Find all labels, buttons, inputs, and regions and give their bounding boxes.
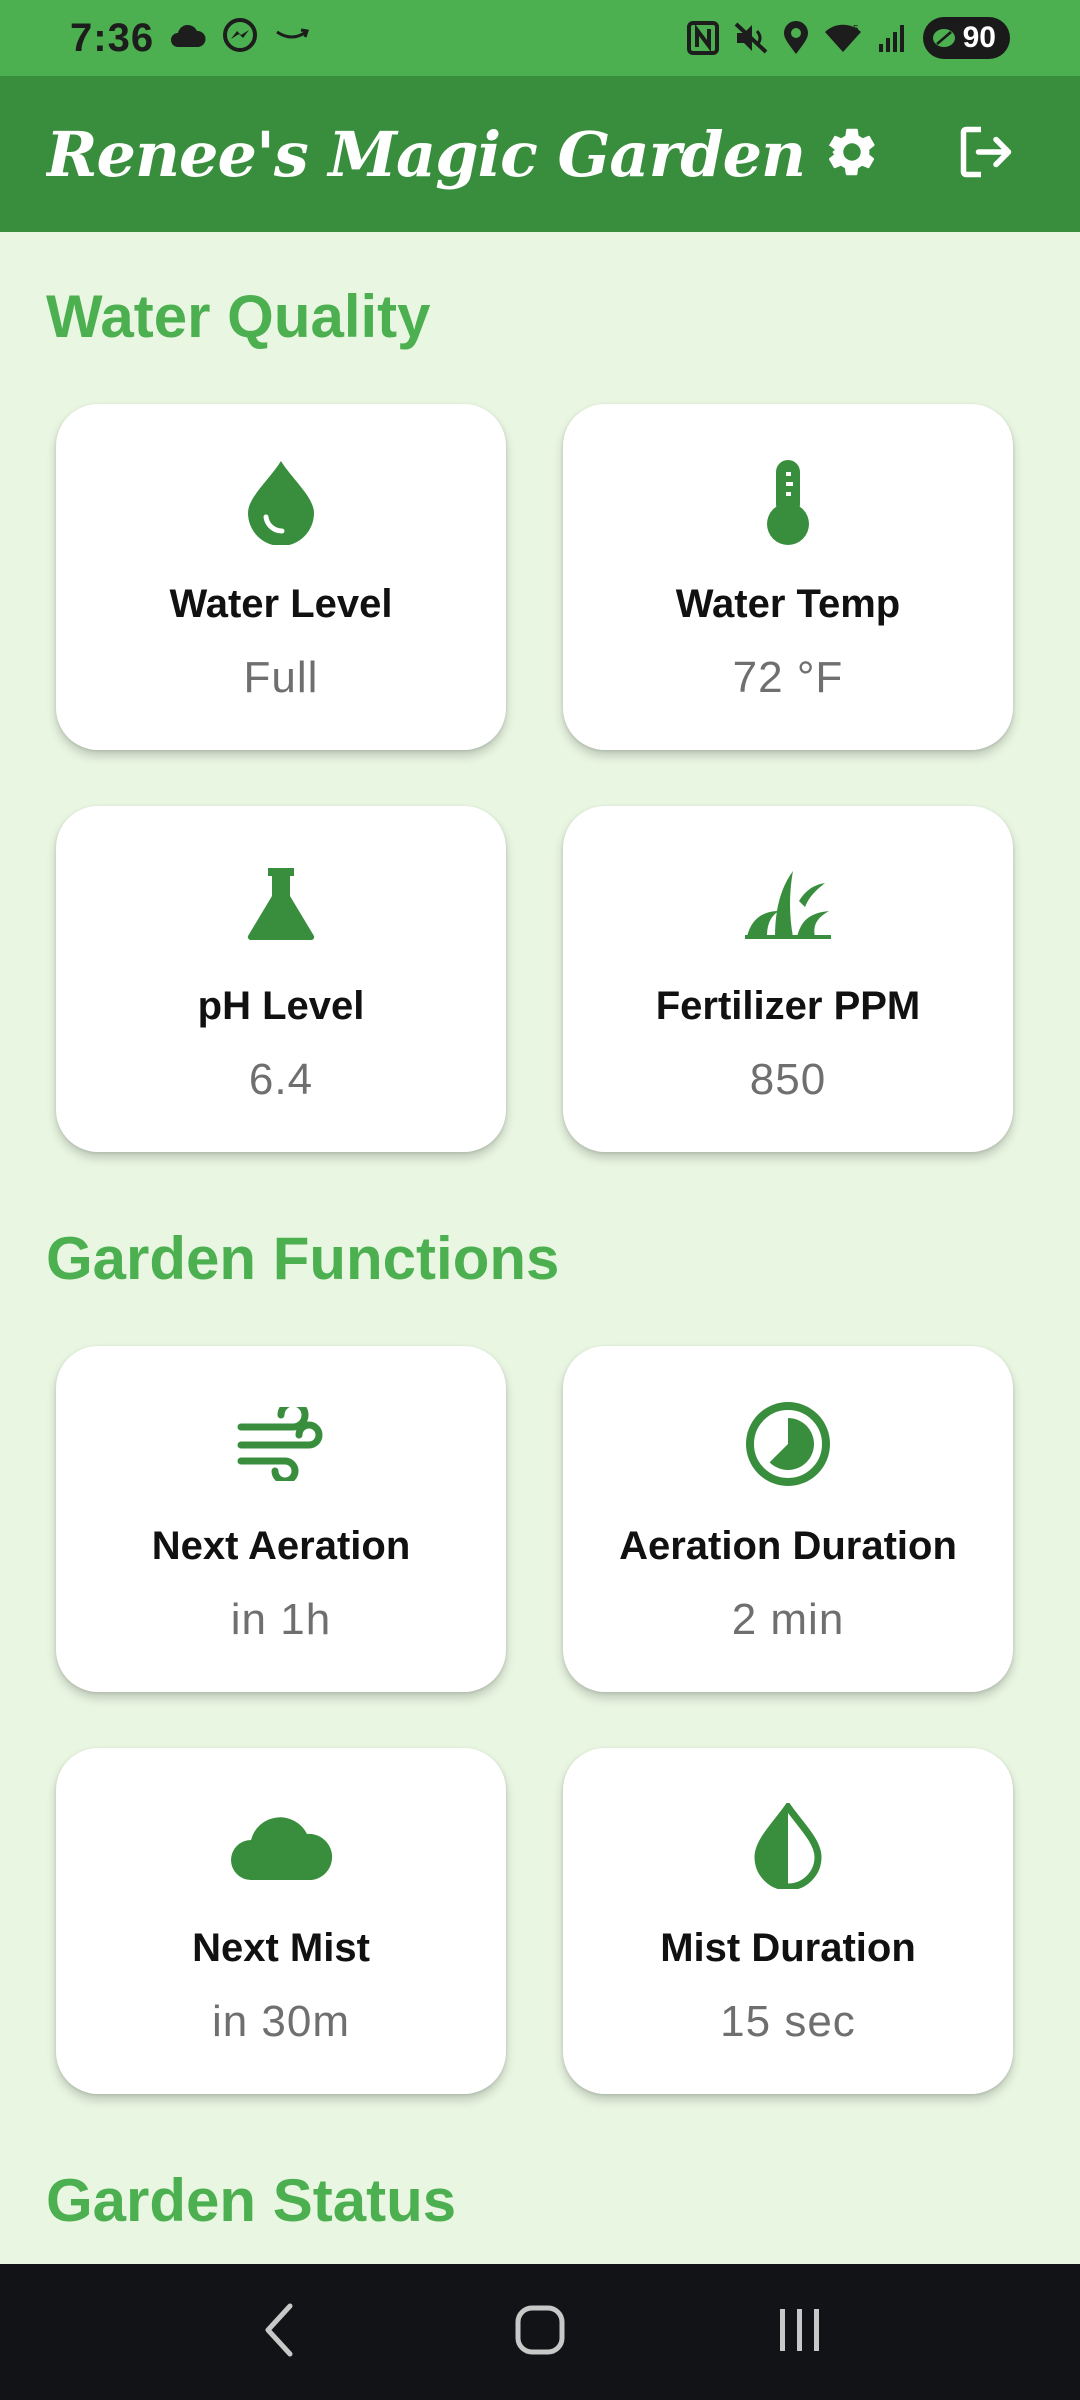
status-time: 7:36 [70, 15, 155, 60]
back-icon [260, 2302, 300, 2363]
card-mist-duration[interactable]: Mist Duration 15 sec [563, 1748, 1013, 2094]
card-label: pH Level [197, 984, 365, 1028]
card-next-mist[interactable]: Next Mist in 30m [56, 1748, 506, 2094]
svg-text:5: 5 [853, 24, 859, 35]
card-label: Aeration Duration [619, 1524, 957, 1568]
home-button[interactable] [490, 2282, 590, 2382]
card-aeration-duration[interactable]: Aeration Duration 2 min [563, 1346, 1013, 1692]
mute-icon [733, 21, 769, 55]
recents-icon [776, 2307, 824, 2358]
home-icon [514, 2304, 566, 2361]
thermometer-icon [765, 456, 811, 548]
app-bar: Renee's Magic Garden [0, 76, 1080, 232]
card-fertilizer-ppm[interactable]: Fertilizer PPM 850 [563, 806, 1013, 1152]
section-title-garden-functions: Garden Functions [46, 1225, 560, 1292]
card-label: Next Aeration [151, 1524, 411, 1568]
card-label: Fertilizer PPM [655, 984, 921, 1028]
logout-icon [956, 122, 1016, 187]
wifi-icon: 5 [823, 22, 863, 54]
signal-icon [877, 22, 909, 54]
battery-icon: 90 [922, 17, 1010, 59]
grass-icon [745, 858, 831, 950]
recents-button[interactable] [750, 2282, 850, 2382]
settings-button[interactable] [804, 106, 900, 202]
card-label: Next Mist [192, 1926, 370, 1970]
opacity-drop-icon [753, 1800, 823, 1892]
amazon-icon [274, 26, 310, 51]
card-value: 850 [749, 1055, 827, 1104]
card-water-temp[interactable]: Water Temp 72 °F [563, 404, 1013, 750]
card-value: 72 °F [732, 653, 844, 702]
card-label: Water Temp [675, 582, 901, 626]
dashboard-content[interactable]: Water Quality Water Level Full Water Tem… [0, 232, 1080, 2264]
water-drop-icon [246, 456, 316, 548]
flask-icon [246, 858, 316, 950]
card-value: 6.4 [248, 1055, 314, 1104]
cloud-icon [170, 23, 206, 54]
status-bar: 7:36 5 90 [0, 0, 1080, 76]
card-next-aeration[interactable]: Next Aeration in 1h [56, 1346, 506, 1692]
card-value: in 30m [211, 1997, 351, 2046]
messenger-icon [222, 17, 258, 59]
app-title: Renee's Magic Garden [46, 117, 804, 191]
card-value: in 1h [230, 1595, 332, 1644]
section-title-water-quality: Water Quality [46, 283, 431, 350]
cloud-icon [229, 1800, 333, 1892]
gear-icon [823, 123, 881, 186]
location-icon [783, 21, 809, 55]
card-water-level[interactable]: Water Level Full [56, 404, 506, 750]
logout-button[interactable] [938, 106, 1034, 202]
card-value: 15 sec [720, 1997, 856, 2046]
card-ph-level[interactable]: pH Level 6.4 [56, 806, 506, 1152]
wind-icon [237, 1398, 325, 1490]
system-nav-bar [0, 2264, 1080, 2400]
timelapse-icon [744, 1398, 832, 1490]
back-button[interactable] [230, 2282, 330, 2382]
section-title-garden-status: Garden Status [46, 2167, 457, 2234]
card-value: 2 min [731, 1595, 845, 1644]
battery-level: 90 [962, 21, 996, 54]
card-label: Mist Duration [660, 1926, 916, 1970]
card-value: Full [243, 653, 319, 702]
card-label: Water Level [169, 582, 393, 626]
nfc-icon [686, 21, 719, 55]
